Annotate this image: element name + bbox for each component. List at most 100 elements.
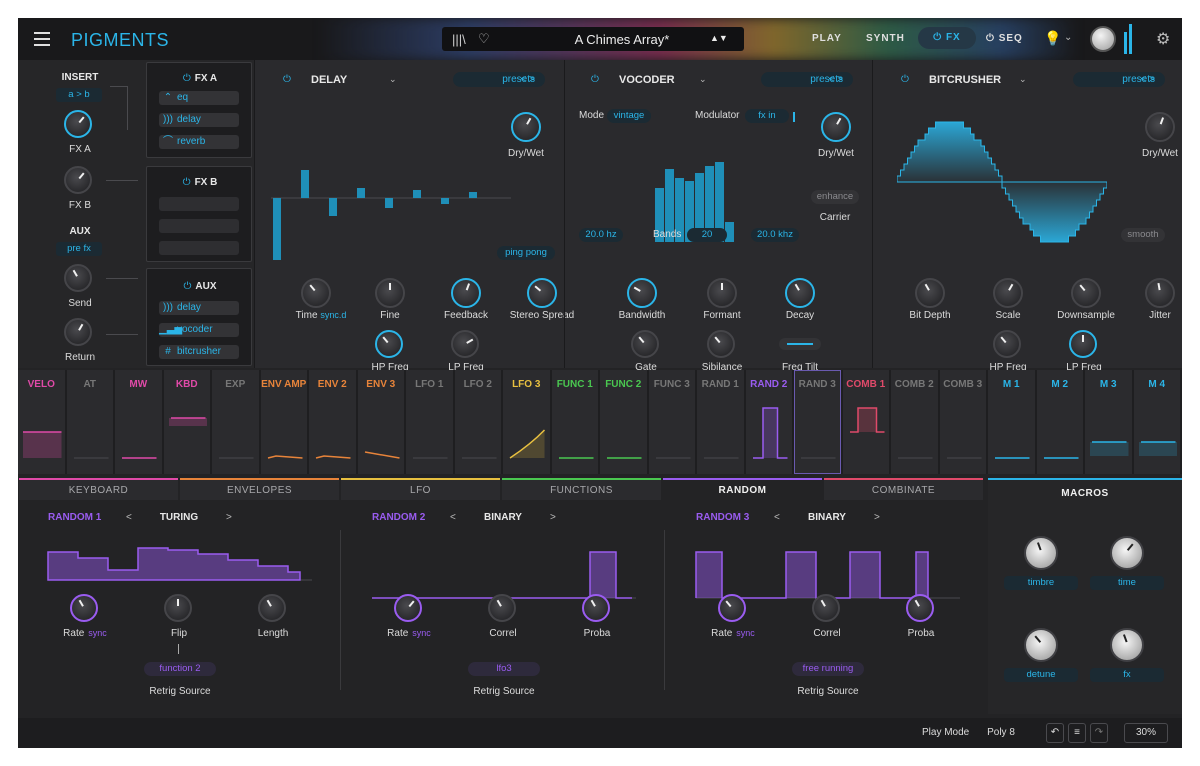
delay-feedback-knob[interactable] — [451, 278, 481, 308]
bit-depth-knob[interactable] — [915, 278, 945, 308]
gear-icon[interactable]: ⚙ — [1156, 29, 1170, 49]
vocoder-low-freq[interactable]: 20.0 hz — [579, 228, 623, 242]
tab-play[interactable]: PLAY — [812, 33, 842, 44]
random-proba-knob[interactable] — [906, 594, 934, 622]
mod-source-comb-2[interactable]: COMB 2 — [891, 370, 940, 474]
random-sync-mode[interactable]: sync — [412, 628, 431, 638]
fx-b-slot-empty[interactable] — [159, 197, 239, 211]
fx-b-slot-empty[interactable] — [159, 219, 239, 233]
tab-envelopes[interactable]: ENVELOPES — [180, 478, 339, 500]
vocoder-formant-knob[interactable] — [707, 278, 737, 308]
mod-source-func-1[interactable]: FUNC 1 — [551, 370, 600, 474]
bitcrusher-lp-freq-knob[interactable] — [1069, 330, 1097, 358]
vocoder-drywet-knob[interactable] — [821, 112, 851, 142]
mod-source-env-2[interactable]: ENV 2 — [309, 370, 358, 474]
random-sync-mode[interactable]: sync — [88, 628, 107, 638]
random-sync-mode[interactable]: sync — [736, 628, 755, 638]
fx-a-slot-title[interactable]: ⏻ FX A — [147, 73, 253, 84]
mod-source-lfo-2[interactable]: LFO 2 — [454, 370, 503, 474]
heart-icon[interactable]: ♡ — [478, 31, 490, 47]
mod-source-func-2[interactable]: FUNC 2 — [600, 370, 649, 474]
power-icon[interactable]: ⏻ — [283, 74, 291, 85]
mod-source-exp[interactable]: EXP — [212, 370, 261, 474]
macro-time-label[interactable]: time — [1090, 576, 1164, 590]
master-volume-knob[interactable] — [1090, 26, 1116, 52]
random-rate-knob[interactable] — [718, 594, 746, 622]
jitter-knob[interactable] — [1145, 278, 1175, 308]
bitcrusher-hp-freq-knob[interactable] — [993, 330, 1021, 358]
mod-source-m-2[interactable]: M 2 — [1036, 370, 1085, 474]
presets-arrows-icon[interactable]: < > — [1141, 72, 1155, 87]
vocoder-bandwidth-knob[interactable] — [627, 278, 657, 308]
preset-browser-bar[interactable]: |||\ ♡ A Chimes Array* ▲▼ — [442, 27, 744, 51]
preset-name[interactable]: A Chimes Array* — [552, 32, 692, 47]
scale-knob[interactable] — [993, 278, 1023, 308]
macro-timbre-label[interactable]: timbre — [1004, 576, 1078, 590]
fx-a-slot-eq[interactable]: ⌃ eq — [159, 91, 239, 105]
library-icon[interactable]: |||\ — [452, 32, 466, 47]
ping-pong-toggle[interactable]: ping pong — [497, 246, 555, 260]
downsample-knob[interactable] — [1071, 278, 1101, 308]
chevron-down-icon[interactable]: ⌄ — [389, 74, 397, 85]
mod-source-m-4[interactable]: M 4 — [1133, 370, 1182, 474]
delay-lp-freq-knob[interactable] — [451, 330, 479, 358]
tab-fx[interactable]: ⏻ FX — [918, 27, 976, 49]
bitcrusher-drywet-knob[interactable] — [1145, 112, 1175, 142]
freq-tilt-slider[interactable] — [779, 338, 821, 350]
delay-drywet-knob[interactable] — [511, 112, 541, 142]
random-length-knob[interactable] — [258, 594, 286, 622]
chevron-down-icon[interactable]: ⌄ — [699, 74, 707, 85]
power-icon[interactable]: ⏻ — [901, 74, 909, 85]
random-flip-knob[interactable] — [164, 594, 192, 622]
mod-source-mw[interactable]: MW — [115, 370, 164, 474]
vocoder-modulator-selector[interactable]: fx in — [745, 109, 789, 123]
presets-arrows-icon[interactable]: < > — [521, 72, 535, 87]
mod-source-comb-3[interactable]: COMB 3 — [939, 370, 988, 474]
chevron-down-icon[interactable]: ⌄ — [1064, 32, 1072, 43]
send-knob[interactable] — [64, 264, 92, 292]
vocoder-gate-knob[interactable] — [631, 330, 659, 358]
redo-icon[interactable]: ↷ — [1090, 723, 1108, 743]
mod-source-env-3[interactable]: ENV 3 — [357, 370, 406, 474]
mod-source-velo[interactable]: VELO — [18, 370, 67, 474]
aux-slot-vocoder[interactable]: ▁▃▅vocoder — [159, 323, 239, 337]
power-icon[interactable]: ⏻ — [183, 177, 191, 188]
fx-b-slot-empty[interactable] — [159, 241, 239, 255]
fx-a-knob[interactable] — [64, 110, 92, 138]
random-correl-knob[interactable] — [488, 594, 516, 622]
aux-slot-bitcrusher[interactable]: # bitcrusher — [159, 345, 239, 359]
tab-random[interactable]: RANDOM — [663, 478, 822, 500]
mod-source-rand-2[interactable]: RAND 2 — [745, 370, 794, 474]
fx-b-slot-title[interactable]: ⏻ FX B — [147, 177, 253, 188]
tab-synth[interactable]: SYNTH — [866, 33, 905, 44]
preset-arrows-icon[interactable]: ▲▼ — [710, 33, 728, 43]
macro-time-knob[interactable] — [1110, 536, 1144, 570]
retrig-source-selector[interactable]: function 2 — [144, 662, 216, 676]
mod-source-comb-1[interactable]: COMB 1 — [842, 370, 891, 474]
insert-mode-selector[interactable]: a > b — [56, 88, 102, 102]
delay-time-knob[interactable] — [301, 278, 331, 308]
retrig-source-selector[interactable]: free running — [792, 662, 864, 676]
bitcrusher-presets-button[interactable]: presets < > — [1073, 72, 1165, 87]
lightbulb-icon[interactable]: 💡 — [1044, 30, 1061, 47]
random-proba-knob[interactable] — [582, 594, 610, 622]
fx-a-slot-delay[interactable]: ))) delay — [159, 113, 239, 127]
macro-timbre-knob[interactable] — [1024, 536, 1058, 570]
random-correl-knob[interactable] — [812, 594, 840, 622]
mod-source-env-amp[interactable]: ENV AMP — [260, 370, 309, 474]
mod-source-lfo-1[interactable]: LFO 1 — [406, 370, 455, 474]
delay-stereo-spread-knob[interactable] — [527, 278, 557, 308]
mod-source-rand-1[interactable]: RAND 1 — [697, 370, 746, 474]
mod-source-lfo-3[interactable]: LFO 3 — [503, 370, 552, 474]
delay-hp-freq-knob[interactable] — [375, 330, 403, 358]
chevron-down-icon[interactable]: ⌄ — [1019, 74, 1027, 85]
random-rate-knob[interactable] — [70, 594, 98, 622]
vocoder-sibilance-knob[interactable] — [707, 330, 735, 358]
macro-detune-label[interactable]: detune — [1004, 668, 1078, 682]
mod-source-m-1[interactable]: M 1 — [988, 370, 1037, 474]
aux-slot-delay[interactable]: ))) delay — [159, 301, 239, 315]
vocoder-mode-selector[interactable]: vintage — [607, 109, 651, 123]
macro-fx-knob[interactable] — [1110, 628, 1144, 662]
delay-presets-button[interactable]: presets < > — [453, 72, 545, 87]
undo-icon[interactable]: ↶ — [1046, 723, 1064, 743]
